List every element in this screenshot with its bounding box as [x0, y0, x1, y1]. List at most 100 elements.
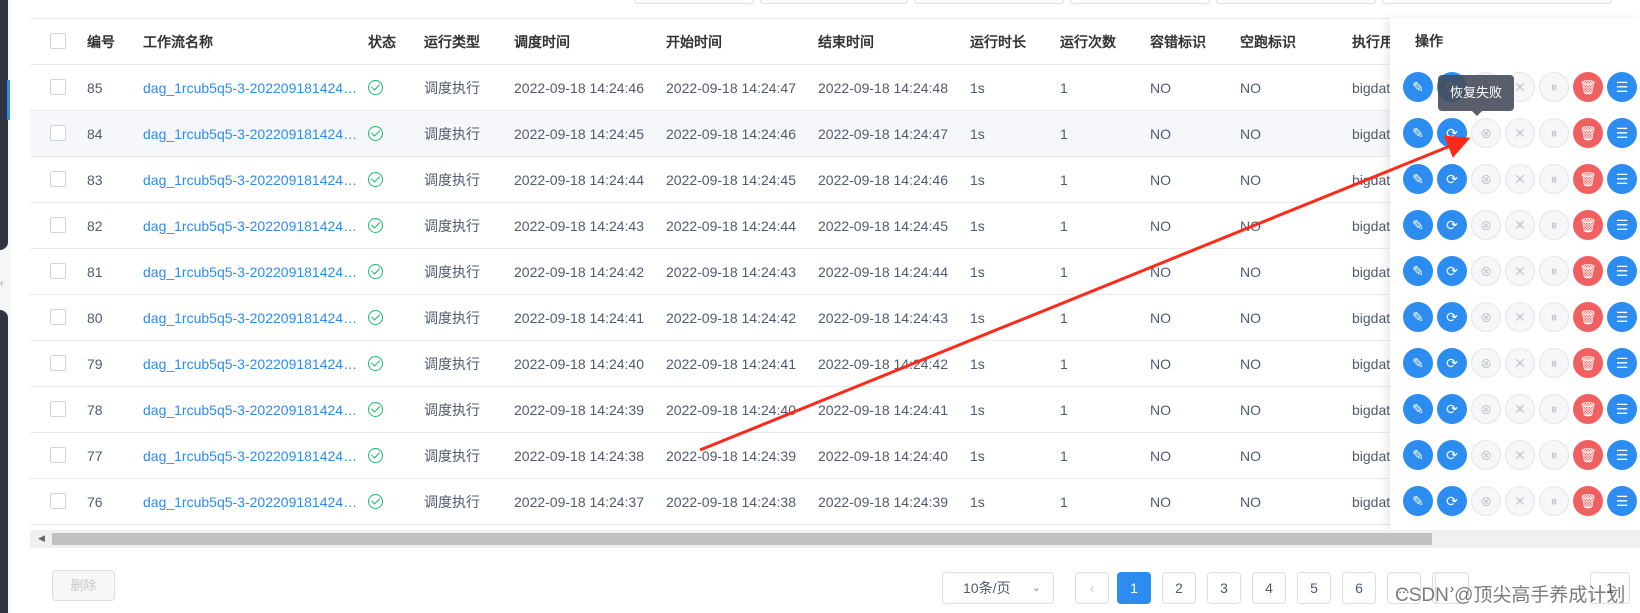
recover-failed-button[interactable]: ⊗ [1471, 394, 1501, 424]
pause-button[interactable]: ⏸ [1539, 210, 1569, 240]
edit-button[interactable]: ✎ [1403, 302, 1433, 332]
edit-button[interactable]: ✎ [1403, 394, 1433, 424]
page-button[interactable]: 3 [1207, 572, 1241, 604]
recover-failed-button[interactable]: ⊗ [1471, 440, 1501, 470]
delete-button[interactable]: 🗑 [1573, 348, 1603, 378]
cell-name[interactable]: dag_1rcub5q5-3-20220918142440... [143, 341, 363, 387]
col-fault-tolerant[interactable]: 容错标识 [1150, 19, 1206, 65]
page-button[interactable]: 6 [1342, 572, 1376, 604]
rerun-button[interactable]: ⟳ [1437, 210, 1467, 240]
pause-button[interactable]: ⏸ [1539, 302, 1569, 332]
delete-button[interactable]: 🗑 [1573, 440, 1603, 470]
stop-button[interactable]: ✕ [1505, 118, 1535, 148]
edit-button[interactable]: ✎ [1403, 256, 1433, 286]
col-name[interactable]: 工作流名称 [143, 19, 213, 65]
page-button[interactable]: 5 [1297, 572, 1331, 604]
stop-button[interactable]: ✕ [1505, 210, 1535, 240]
page-button[interactable]: 1 [1117, 572, 1151, 604]
prev-page-icon[interactable]: ‹ [1075, 572, 1109, 604]
gantt-button[interactable]: ☰ [1607, 394, 1637, 424]
filter-input[interactable] [1382, 0, 1612, 4]
gantt-button[interactable]: ☰ [1607, 164, 1637, 194]
edit-button[interactable]: ✎ [1403, 210, 1433, 240]
edit-button[interactable]: ✎ [1403, 486, 1433, 516]
col-duration[interactable]: 运行时长 [970, 19, 1026, 65]
row-checkbox[interactable] [50, 125, 66, 141]
recover-failed-button[interactable]: ⊗ [1471, 302, 1501, 332]
rerun-button[interactable]: ⟳ [1437, 118, 1467, 148]
edit-button[interactable]: ✎ [1403, 72, 1433, 102]
rerun-button[interactable]: ⟳ [1437, 348, 1467, 378]
delete-button[interactable]: 🗑 [1573, 72, 1603, 102]
delete-button[interactable]: 🗑 [1573, 302, 1603, 332]
cell-name[interactable]: dag_1rcub5q5-3-20220918142441... [143, 295, 363, 341]
filter-input[interactable] [914, 0, 1064, 4]
col-run-type[interactable]: 运行类型 [424, 19, 480, 65]
edit-button[interactable]: ✎ [1403, 118, 1433, 148]
row-checkbox[interactable] [50, 401, 66, 417]
col-start-time[interactable]: 开始时间 [666, 19, 722, 65]
edit-button[interactable]: ✎ [1403, 440, 1433, 470]
delete-button[interactable]: 删除 [52, 570, 115, 601]
cell-name[interactable]: dag_1rcub5q5-3-20220918142442... [143, 249, 363, 295]
horizontal-scrollbar[interactable]: ◀ [30, 530, 1640, 548]
filter-input[interactable] [1070, 0, 1210, 4]
pause-button[interactable]: ⏸ [1539, 486, 1569, 516]
scrollbar-thumb[interactable] [52, 533, 1432, 545]
delete-button[interactable]: 🗑 [1573, 118, 1603, 148]
scroll-left-icon[interactable]: ◀ [38, 533, 45, 544]
cell-name[interactable]: dag_1rcub5q5-3-20220918142445... [143, 111, 363, 157]
gantt-button[interactable]: ☰ [1607, 348, 1637, 378]
recover-failed-button[interactable]: ⊗ [1471, 486, 1501, 516]
cell-name[interactable]: dag_1rcub5q5-3-20220918142438... [143, 433, 363, 479]
recover-failed-button[interactable]: ⊗ [1471, 210, 1501, 240]
row-checkbox[interactable] [50, 493, 66, 509]
row-checkbox[interactable] [50, 447, 66, 463]
delete-button[interactable]: 🗑 [1573, 394, 1603, 424]
page-button[interactable]: 2 [1162, 572, 1196, 604]
cell-name[interactable]: dag_1rcub5q5-3-20220918142444... [143, 157, 363, 203]
gantt-button[interactable]: ☰ [1607, 210, 1637, 240]
gantt-button[interactable]: ☰ [1607, 302, 1637, 332]
stop-button[interactable]: ✕ [1505, 256, 1535, 286]
recover-failed-button[interactable]: ⊗ [1471, 348, 1501, 378]
filter-input[interactable] [634, 0, 754, 4]
pause-button[interactable]: ⏸ [1539, 394, 1569, 424]
delete-button[interactable]: 🗑 [1573, 256, 1603, 286]
col-dry-run[interactable]: 空跑标识 [1240, 19, 1296, 65]
pause-button[interactable]: ⏸ [1539, 256, 1569, 286]
sidebar-collapse-icon[interactable]: ‹ [0, 278, 3, 289]
pause-button[interactable]: ⏸ [1539, 440, 1569, 470]
filter-input[interactable] [760, 0, 908, 4]
filter-input[interactable] [1216, 0, 1376, 4]
row-checkbox[interactable] [50, 263, 66, 279]
row-checkbox[interactable] [50, 217, 66, 233]
edit-button[interactable]: ✎ [1403, 164, 1433, 194]
gantt-button[interactable]: ☰ [1607, 256, 1637, 286]
rerun-button[interactable]: ⟳ [1437, 256, 1467, 286]
cell-name[interactable]: dag_1rcub5q5-3-20220918142446... [143, 65, 363, 111]
row-checkbox[interactable] [50, 309, 66, 325]
stop-button[interactable]: ✕ [1505, 164, 1535, 194]
gantt-button[interactable]: ☰ [1607, 118, 1637, 148]
page-button[interactable]: 4 [1252, 572, 1286, 604]
col-id[interactable]: 编号 [87, 19, 115, 65]
gantt-button[interactable]: ☰ [1607, 440, 1637, 470]
recover-failed-button[interactable]: ⊗ [1471, 118, 1501, 148]
delete-button[interactable]: 🗑 [1573, 486, 1603, 516]
recover-failed-button[interactable]: ⊗ [1471, 256, 1501, 286]
rerun-button[interactable]: ⟳ [1437, 164, 1467, 194]
pause-button[interactable]: ⏸ [1539, 118, 1569, 148]
stop-button[interactable]: ✕ [1505, 440, 1535, 470]
col-status[interactable]: 状态 [368, 19, 396, 65]
edit-button[interactable]: ✎ [1403, 348, 1433, 378]
gantt-button[interactable]: ☰ [1607, 486, 1637, 516]
rerun-button[interactable]: ⟳ [1437, 394, 1467, 424]
row-checkbox[interactable] [50, 79, 66, 95]
row-checkbox[interactable] [50, 171, 66, 187]
delete-button[interactable]: 🗑 [1573, 164, 1603, 194]
rerun-button[interactable]: ⟳ [1437, 302, 1467, 332]
pause-button[interactable]: ⏸ [1539, 348, 1569, 378]
stop-button[interactable]: ✕ [1505, 486, 1535, 516]
page-size-select[interactable]: 10条/页 ⌄ [942, 572, 1054, 604]
